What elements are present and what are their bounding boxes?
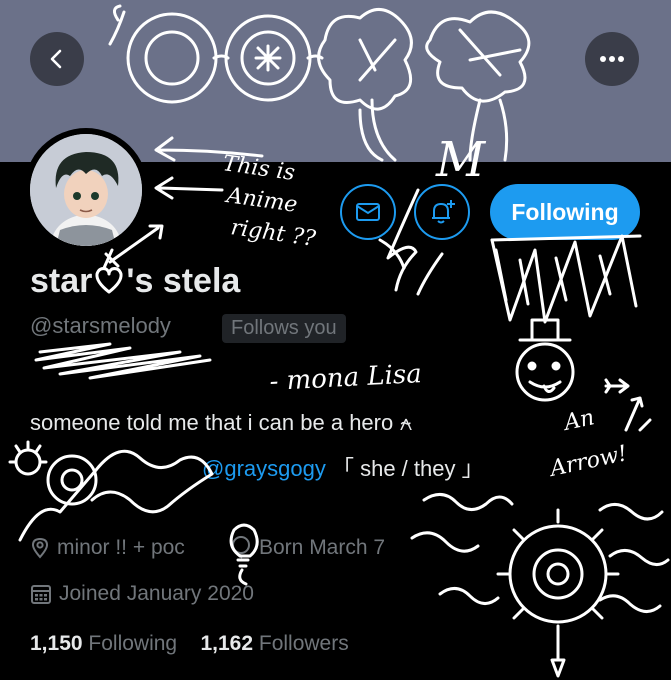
doodle-smiley	[515, 318, 575, 402]
more-options-icon	[600, 56, 624, 62]
doodle-gear	[8, 440, 98, 506]
doodle-squiggle-2	[410, 531, 480, 553]
bio-line-2: @graysgogy 「 she / they 」	[202, 451, 484, 483]
doodle-squiggle-6	[438, 587, 500, 605]
doodle-scribble	[34, 342, 212, 380]
avatar-border	[24, 128, 148, 252]
doodle-lightning-3	[378, 238, 406, 270]
avatar[interactable]	[30, 134, 142, 246]
calendar-icon	[31, 585, 51, 604]
doodle-spikes	[490, 234, 642, 324]
joined-text: Joined January 2020	[59, 582, 254, 605]
more-options-button[interactable]	[585, 32, 639, 86]
doodle-arrow-2	[154, 176, 224, 200]
doodle-lightning-2	[416, 252, 444, 296]
followers-label: Followers	[258, 632, 349, 655]
balloon-icon	[232, 536, 250, 559]
notifications-button[interactable]	[414, 184, 470, 240]
display-name: star 's stela	[30, 262, 240, 301]
mail-icon	[356, 203, 380, 221]
doodle-arrow-note-line-1: An	[560, 405, 597, 436]
birthday-text: Born March 7	[259, 536, 386, 559]
doodle-small-arrow	[604, 378, 630, 394]
bio-line: someone told me that i can be a hero ⍲	[30, 410, 413, 435]
doodle-up-arrow	[624, 396, 652, 432]
doodle-ribbon-2	[18, 468, 98, 542]
following-count: 1,150	[30, 632, 83, 655]
following-button[interactable]: Following	[490, 184, 640, 240]
bell-plus-icon	[432, 200, 455, 224]
birthday-item: Born March 7	[230, 536, 385, 560]
bio-mention-link[interactable]: @graysgogy	[202, 456, 326, 481]
message-button[interactable]	[340, 184, 396, 240]
doodle-signature: - mona Lisa	[269, 359, 423, 397]
location-pin-icon	[31, 537, 49, 559]
doodle-squiggle-1	[422, 493, 514, 511]
following-label: Following	[88, 632, 178, 655]
joined-item: Joined January 2020	[30, 582, 254, 606]
back-button[interactable]	[30, 32, 84, 86]
display-name-start: star	[30, 262, 93, 300]
doodle-sun	[496, 508, 620, 678]
doodle-squiggle-5	[598, 594, 662, 613]
back-arrow-icon	[50, 49, 62, 69]
heart-outline-icon	[95, 267, 123, 294]
doodle-squiggle-4	[608, 549, 670, 566]
follows-you-badge: Follows you	[222, 314, 346, 343]
doodle-ribbon	[90, 449, 214, 514]
display-name-end: 's stela	[126, 262, 241, 300]
doodle-note-line-2: Anime	[223, 183, 299, 218]
location-item: minor !! + poc	[30, 536, 185, 560]
location-text: minor !! + poc	[57, 536, 185, 559]
doodle-squiggle-3	[598, 503, 664, 521]
avatar-image	[30, 134, 142, 246]
follow-stats: 1,150 Following 1,162 Followers	[30, 632, 349, 656]
user-handle: @starsmelody	[30, 313, 171, 338]
doodle-arrow-note-line-2: Arrow!	[546, 441, 629, 482]
bio-pronouns: 「 she / they 」	[331, 456, 484, 481]
doodle-note-line-3: right ??	[229, 215, 317, 252]
followers-stat[interactable]: 1,162 Followers	[200, 632, 348, 655]
following-stat[interactable]: 1,150 Following	[30, 632, 177, 655]
followers-count: 1,162	[200, 632, 254, 655]
